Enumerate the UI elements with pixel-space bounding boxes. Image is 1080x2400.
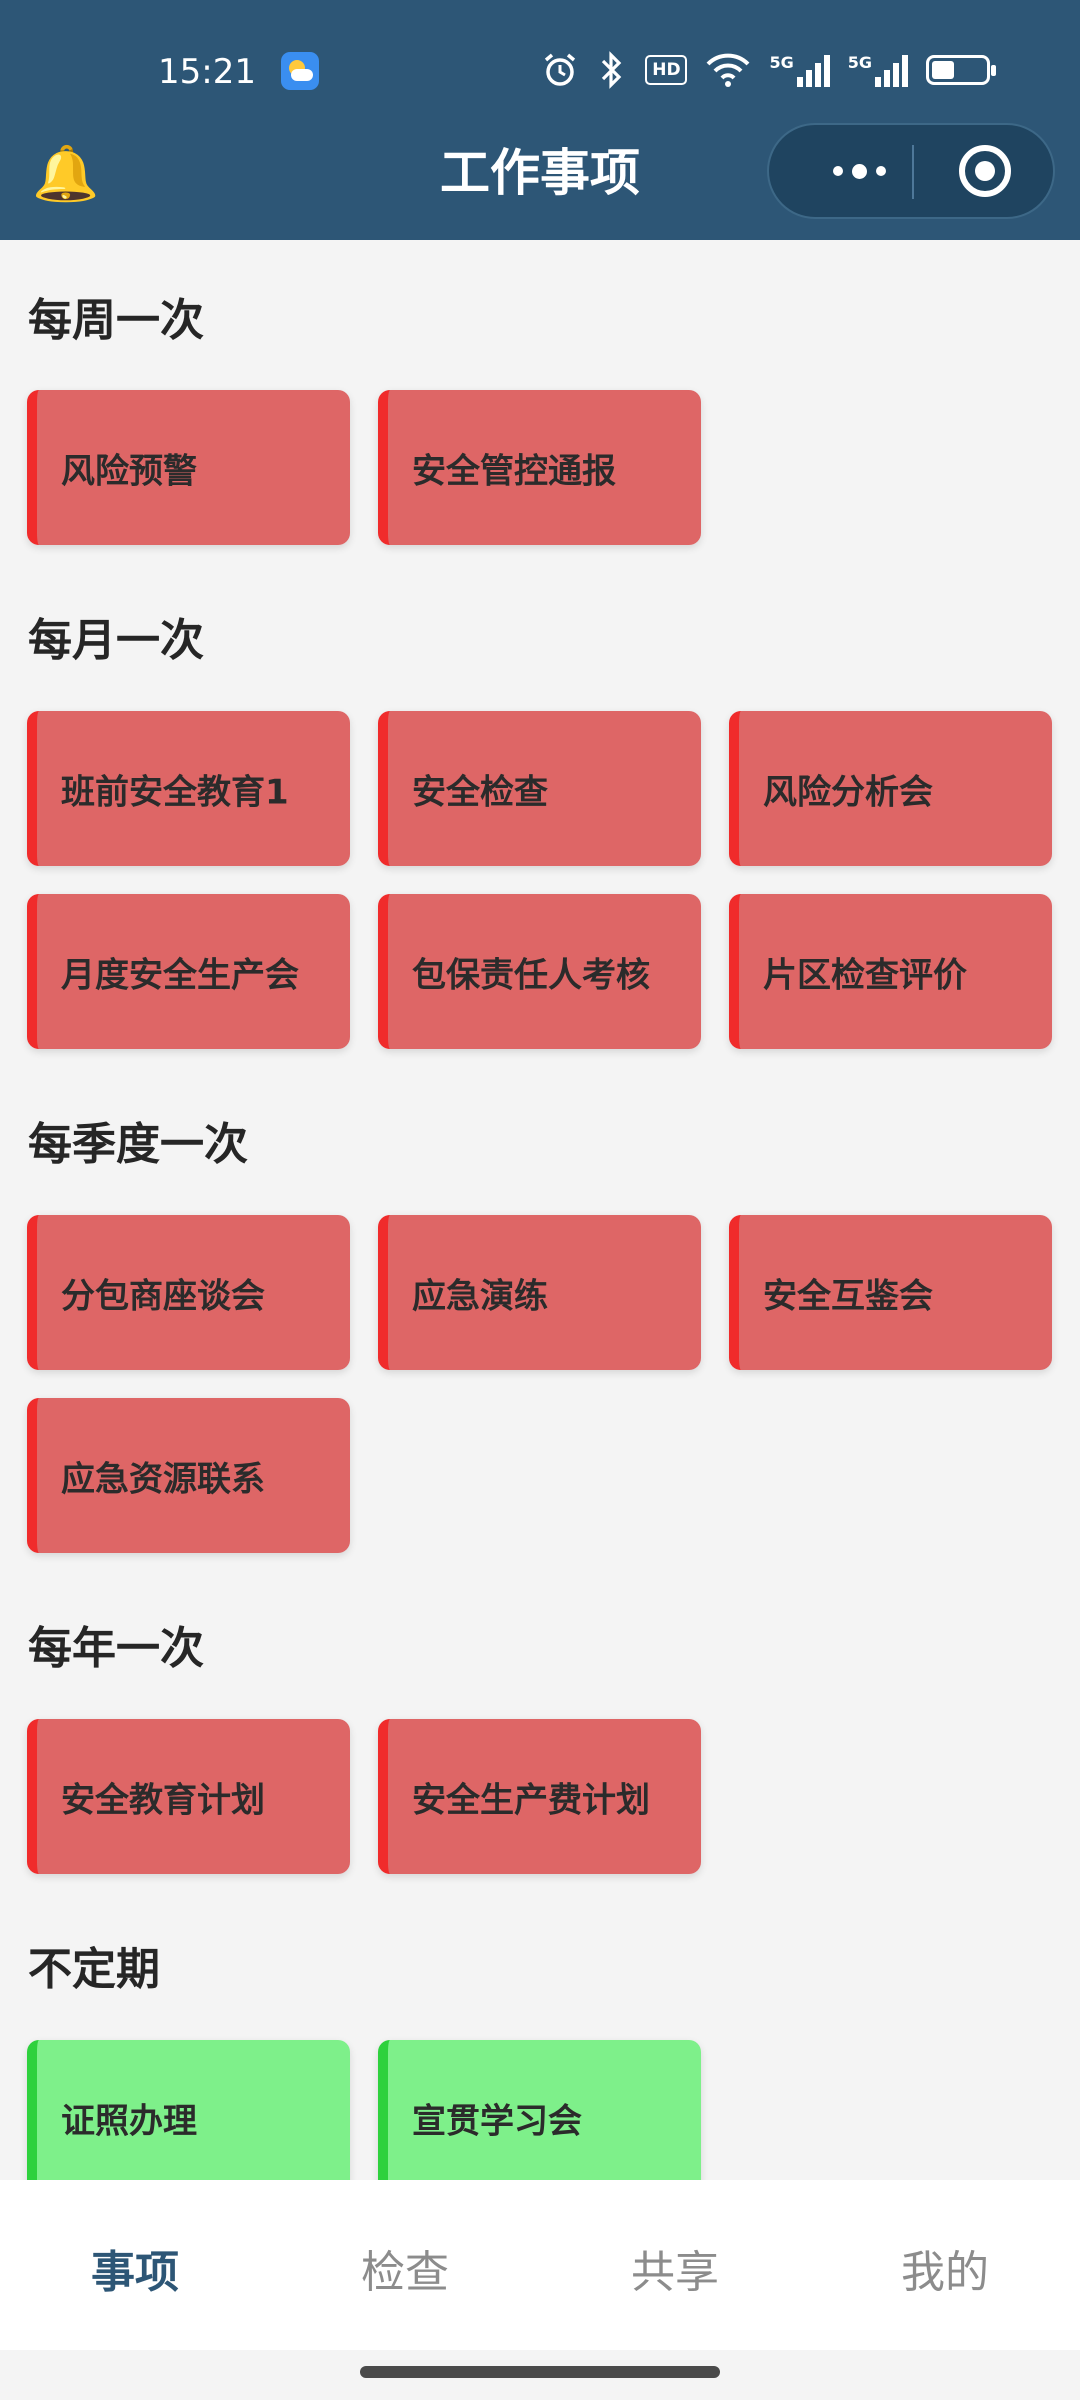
tab-items[interactable]: 事项	[0, 2236, 270, 2300]
alarm-icon	[545, 53, 576, 86]
tab-mine[interactable]: 我的	[810, 2236, 1080, 2300]
card-safety-inspection[interactable]: 安全检查	[378, 711, 701, 866]
tab-inspection[interactable]: 检查	[270, 2236, 540, 2300]
section-title-quarterly: 每季度一次	[28, 1119, 248, 1170]
section-title-weekly: 每周一次	[28, 295, 204, 346]
card-label: 包保责任人考核	[412, 955, 650, 995]
card-label: 月度安全生产会	[61, 955, 299, 995]
status-time: 15:21	[158, 52, 256, 92]
card-safety-education-plan[interactable]: 安全教育计划	[27, 1719, 350, 1874]
card-label: 风险分析会	[763, 772, 933, 812]
card-emergency-resource-contact[interactable]: 应急资源联系	[27, 1398, 350, 1553]
tab-share[interactable]: 共享	[540, 2236, 810, 2300]
card-responsible-person-assessment[interactable]: 包保责任人考核	[378, 894, 701, 1049]
card-license-processing[interactable]: 证照办理	[27, 2040, 350, 2180]
card-label: 应急演练	[412, 1276, 548, 1316]
card-label: 安全管控通报	[412, 451, 616, 491]
card-safety-cost-plan[interactable]: 安全生产费计划	[378, 1719, 701, 1874]
section-title-irregular: 不定期	[28, 1944, 160, 1995]
card-label: 安全检查	[412, 772, 548, 812]
card-label: 证照办理	[61, 2101, 197, 2141]
capsule-divider	[912, 145, 914, 199]
card-monthly-safety-meeting[interactable]: 月度安全生产会	[27, 894, 350, 1049]
card-pre-shift-safety-education[interactable]: 班前安全教育1	[27, 711, 350, 866]
bottom-tab-bar: 事项 检查 共享 我的	[0, 2180, 1080, 2350]
status-icons: HD 5G 5G	[541, 46, 996, 94]
mini-program-capsule	[767, 123, 1055, 219]
card-safety-mutual-review[interactable]: 安全互鉴会	[729, 1215, 1052, 1370]
signal-icon-1: 5G	[769, 53, 830, 87]
close-target-icon[interactable]	[959, 145, 1011, 197]
card-label: 分包商座谈会	[61, 1276, 265, 1316]
card-label: 安全生产费计划	[412, 1780, 650, 1820]
home-indicator[interactable]	[360, 2366, 720, 2378]
card-subcontractor-forum[interactable]: 分包商座谈会	[27, 1215, 350, 1370]
card-label: 风险预警	[61, 451, 197, 491]
hd-voice-icon: HD	[645, 55, 688, 85]
card-label: 安全互鉴会	[763, 1276, 933, 1316]
network-label-1: 5G	[769, 53, 794, 72]
card-risk-analysis-meeting[interactable]: 风险分析会	[729, 711, 1052, 866]
card-label: 班前安全教育1	[61, 772, 289, 812]
nav-bar: 🔔 工作事项	[0, 123, 1080, 240]
card-publicity-study-meeting[interactable]: 宣贯学习会	[378, 2040, 701, 2180]
card-emergency-drill[interactable]: 应急演练	[378, 1215, 701, 1370]
card-label: 应急资源联系	[61, 1459, 265, 1499]
section-title-monthly: 每月一次	[28, 615, 204, 666]
card-label: 安全教育计划	[61, 1780, 265, 1820]
section-title-yearly: 每年一次	[28, 1623, 204, 1674]
card-safety-control-report[interactable]: 安全管控通报	[378, 390, 701, 545]
card-area-inspection-evaluation[interactable]: 片区检查评价	[729, 894, 1052, 1049]
weather-app-icon	[281, 52, 319, 90]
card-label: 宣贯学习会	[412, 2101, 582, 2141]
signal-icon-2: 5G	[848, 53, 908, 87]
card-label: 片区检查评价	[763, 955, 967, 995]
more-icon[interactable]	[809, 125, 909, 217]
card-risk-warning[interactable]: 风险预警	[27, 390, 350, 545]
network-label-2: 5G	[847, 53, 872, 72]
work-items-list: 每周一次 风险预警 安全管控通报 每月一次 班前安全教育1 安全检查 风险分析会…	[0, 240, 1080, 2180]
bluetooth-icon	[602, 51, 622, 89]
wifi-icon	[707, 53, 750, 87]
battery-icon	[926, 55, 996, 85]
